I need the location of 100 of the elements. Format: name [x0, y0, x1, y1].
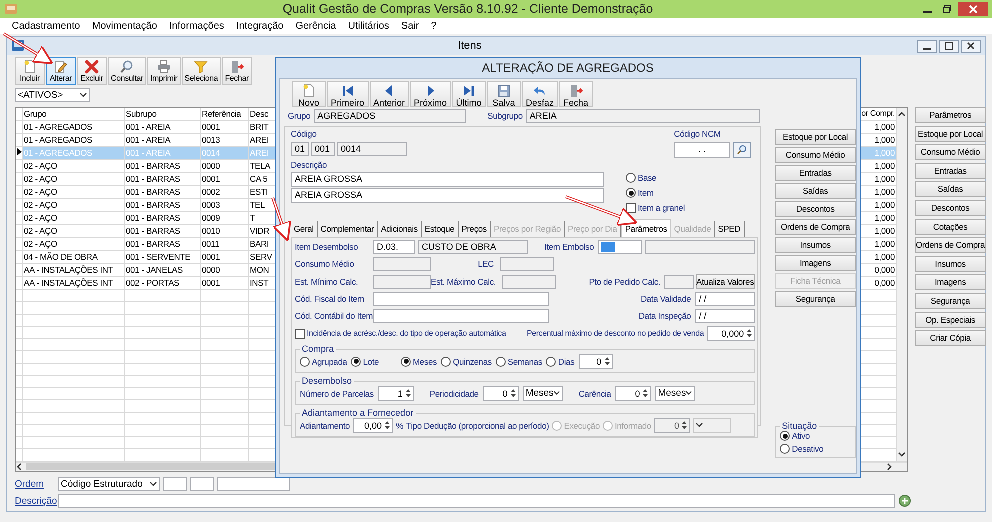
- column-header[interactable]: Grupo: [23, 108, 125, 120]
- dropdown[interactable]: [693, 418, 732, 433]
- search-button[interactable]: [733, 142, 752, 158]
- text-field[interactable]: [373, 292, 549, 306]
- scroll-up-icon[interactable]: [898, 111, 906, 117]
- toolbar-button[interactable]: Próximo: [410, 81, 452, 107]
- text-field[interactable]: [598, 240, 642, 254]
- menu-item[interactable]: Cadastramento: [12, 20, 80, 32]
- side-button[interactable]: Op. Especiais: [915, 312, 986, 328]
- side-button[interactable]: Imagens: [915, 274, 986, 290]
- update-values-button[interactable]: Atualiza Valores: [696, 274, 756, 289]
- toolbar-button[interactable]: Anterior: [370, 81, 410, 107]
- unit-dropdown[interactable]: Meses: [655, 386, 696, 401]
- side-button[interactable]: Saídas: [915, 181, 986, 198]
- side-button[interactable]: Entradas: [915, 162, 986, 179]
- toolbar-button[interactable]: Excluir: [77, 57, 107, 85]
- description-field[interactable]: AREIA GROSSA: [291, 172, 604, 187]
- text-field[interactable]: [163, 477, 187, 491]
- spin-field[interactable]: 1: [378, 386, 414, 401]
- text-field[interactable]: CUSTO DE OBRA: [418, 240, 528, 254]
- toolbar-button[interactable]: Seleciona: [182, 57, 222, 85]
- side-button[interactable]: Insumos: [775, 237, 856, 253]
- spin-field[interactable]: 0: [482, 386, 519, 401]
- text-field[interactable]: [373, 257, 431, 271]
- toolbar-button[interactable]: Imprimir: [147, 57, 181, 85]
- spin-field[interactable]: 0: [654, 418, 690, 433]
- side-button[interactable]: Ordens de Compra: [915, 237, 986, 254]
- text-field[interactable]: [500, 257, 554, 271]
- date-field[interactable]: / /: [695, 292, 756, 306]
- menu-item[interactable]: ?: [431, 20, 437, 32]
- description-field[interactable]: [58, 494, 895, 508]
- code-field[interactable]: 0014: [337, 142, 407, 156]
- code-field[interactable]: 001: [311, 142, 335, 156]
- toolbar-button[interactable]: Último: [452, 81, 486, 107]
- side-button[interactable]: Parâmetros: [915, 107, 986, 123]
- menu-item[interactable]: Gerência: [296, 20, 336, 32]
- side-button[interactable]: Estoque por Local: [915, 126, 986, 142]
- text-field[interactable]: [502, 274, 556, 288]
- text-field[interactable]: [190, 477, 214, 491]
- column-header[interactable]: Subrupo: [125, 108, 201, 120]
- text-field[interactable]: D.03.: [373, 240, 415, 254]
- side-button[interactable]: Segurança: [775, 291, 856, 307]
- tab[interactable]: Parâmetros: [621, 219, 672, 237]
- scroll-right-icon[interactable]: [887, 462, 893, 471]
- checkbox[interactable]: Incidência de acrésc./desc. do tipo de operação automática: [295, 328, 506, 338]
- maximize-button[interactable]: [939, 40, 959, 52]
- spin-field[interactable]: 0: [615, 386, 652, 401]
- side-button[interactable]: Ordens de Compra: [775, 219, 856, 235]
- spin-field[interactable]: 0,00: [353, 418, 394, 433]
- radio-button[interactable]: Semanas: [496, 356, 542, 366]
- text-field[interactable]: [373, 274, 431, 288]
- menu-item[interactable]: Informações: [169, 20, 224, 32]
- radio-button[interactable]: Lote: [351, 356, 380, 366]
- toolbar-button[interactable]: Salva: [487, 81, 522, 107]
- spin-field[interactable]: 0: [578, 354, 613, 369]
- radio-button[interactable]: Base: [626, 173, 686, 183]
- toolbar-button[interactable]: Novo: [292, 81, 326, 107]
- side-button[interactable]: Criar Cópia: [915, 330, 986, 346]
- text-field[interactable]: [217, 477, 290, 491]
- tab[interactable]: Geral: [291, 221, 318, 237]
- toolbar-button[interactable]: Incluir: [15, 57, 45, 85]
- ncm-field[interactable]: . .: [674, 142, 730, 158]
- side-button[interactable]: Entradas: [775, 165, 856, 181]
- close-button[interactable]: [961, 40, 981, 52]
- toolbar-button[interactable]: Alterar: [46, 57, 76, 85]
- tab[interactable]: Adicionais: [378, 221, 422, 237]
- text-field[interactable]: AGREGADOS: [314, 109, 466, 123]
- menu-item[interactable]: Movimentação: [92, 20, 158, 32]
- text-field[interactable]: [645, 240, 756, 254]
- side-button[interactable]: Insumos: [915, 256, 986, 272]
- radio-button[interactable]: Quinzenas: [441, 356, 492, 366]
- side-button[interactable]: Saídas: [775, 183, 856, 199]
- order-dropdown[interactable]: Código Estruturado: [58, 477, 160, 491]
- text-field[interactable]: [373, 309, 550, 323]
- side-button[interactable]: Descontos: [915, 200, 986, 216]
- toolbar-button[interactable]: Fechar: [222, 57, 252, 85]
- side-button[interactable]: Descontos: [775, 201, 856, 217]
- side-button[interactable]: Consumo Médio: [775, 147, 856, 163]
- radio-button[interactable]: Ativo: [780, 431, 810, 441]
- side-button[interactable]: Segurança: [915, 292, 986, 309]
- side-button[interactable]: Cotações: [915, 218, 986, 235]
- menu-item[interactable]: Utilitários: [348, 20, 390, 32]
- radio-button[interactable]: Item: [626, 188, 686, 198]
- side-button[interactable]: Estoque por Local: [775, 129, 856, 145]
- toolbar-button[interactable]: Desfaz: [522, 81, 558, 107]
- checkbox[interactable]: Item a granel: [626, 203, 686, 213]
- description-field[interactable]: AREIA GROSSA: [291, 188, 604, 203]
- menu-item[interactable]: Integração: [236, 20, 284, 32]
- menu-item[interactable]: Sair: [401, 20, 420, 32]
- spin-field[interactable]: 0,000: [707, 326, 756, 341]
- scroll-down-icon[interactable]: [898, 452, 906, 458]
- text-field[interactable]: [664, 274, 694, 288]
- radio-button[interactable]: Dias: [546, 356, 575, 366]
- column-header[interactable]: Referência: [201, 108, 249, 120]
- side-button[interactable]: Imagens: [775, 255, 856, 271]
- radio-button[interactable]: Agrupada: [300, 356, 348, 366]
- date-field[interactable]: / /: [695, 309, 756, 323]
- radio-button[interactable]: Meses: [401, 356, 438, 366]
- unit-dropdown[interactable]: Meses: [522, 386, 563, 401]
- radio-button[interactable]: Desativo: [780, 444, 824, 454]
